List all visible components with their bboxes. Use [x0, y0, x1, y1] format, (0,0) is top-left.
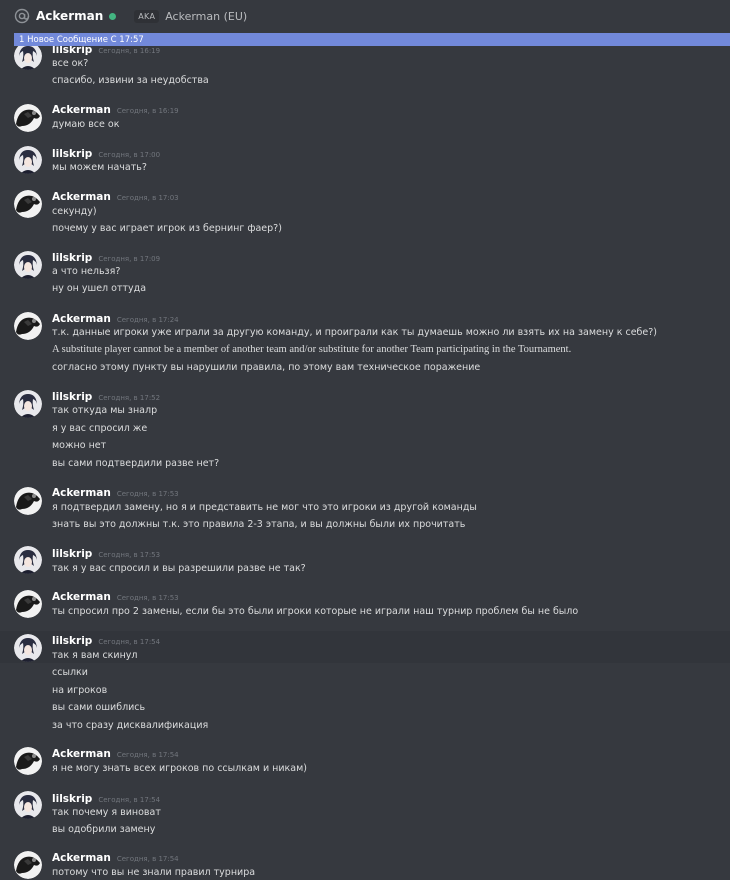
message-text: на игроков	[52, 685, 108, 696]
avatar-lilskrip[interactable]	[14, 42, 42, 70]
avatar-ackerman[interactable]	[14, 487, 42, 515]
message-author[interactable]: Ackerman Сегодня, в 17:03	[52, 191, 179, 203]
message-author[interactable]: Ackerman Сегодня, в 16:19	[52, 104, 179, 116]
message-timestamp: Сегодня, в 17:09	[98, 255, 161, 263]
message-timestamp: Сегодня, в 17:54	[98, 796, 161, 804]
dm-header: Ackerman AKA Ackerman (EU)	[0, 0, 730, 32]
message-group: lilskrip Сегодня, в 17:09 а что нельзя? н…	[0, 248, 730, 300]
avatar-ackerman[interactable]	[14, 190, 42, 218]
message-group: lilskrip Сегодня, в 17:54 так я вам скину…	[0, 631, 730, 739]
message-author[interactable]: lilskrip Сегодня, в 17:00	[52, 148, 160, 160]
message-timestamp: Сегодня, в 17:53	[116, 490, 179, 498]
message-text: я не могу знать всех игроков по ссылкам …	[52, 763, 307, 774]
message-group: Ackerman Сегодня, в 17:54 я не могу знать…	[0, 745, 730, 781]
message-text: за что сразу дисквалификация	[52, 720, 209, 731]
message-author[interactable]: Ackerman Сегодня, в 17:54	[52, 852, 179, 864]
message-author[interactable]: Ackerman Сегодня, в 17:54	[52, 748, 179, 760]
avatar-ackerman[interactable]	[14, 747, 42, 775]
message-text: потому что вы не знали правил турнира	[52, 867, 256, 878]
message-text: а что нельзя?	[52, 266, 121, 277]
avatar-ackerman[interactable]	[14, 851, 42, 879]
message-timestamp: Сегодня, в 17:03	[116, 194, 179, 202]
message-author[interactable]: lilskrip Сегодня, в 17:54	[52, 635, 160, 647]
message-text: думаю все ок	[52, 119, 120, 130]
avatar-lilskrip[interactable]	[14, 791, 42, 819]
avatar-lilskrip[interactable]	[14, 634, 42, 662]
message-text: A substitute player cannot be a member o…	[52, 344, 572, 355]
message-text: можно нет	[52, 440, 107, 451]
message-timestamp: Сегодня, в 17:54	[116, 855, 179, 863]
message-text: мы можем начать?	[52, 162, 147, 173]
online-status-icon	[109, 12, 117, 20]
aka-badge: AKA	[134, 9, 160, 23]
message-timestamp: Сегодня, в 17:00	[98, 151, 161, 159]
message-author[interactable]: lilskrip Сегодня, в 17:09	[52, 252, 160, 264]
message-timestamp: Сегодня, в 17:24	[116, 316, 179, 324]
avatar-ackerman[interactable]	[14, 104, 42, 132]
message-group: Ackerman Сегодня, в 16:19 думаю все ок	[0, 100, 730, 136]
new-messages-bar[interactable]: 1 Новое Сообщение С 17:57	[14, 33, 730, 46]
message-text: согласно этому пункту вы нарушили правил…	[52, 362, 481, 373]
message-author[interactable]: Ackerman Сегодня, в 17:24	[52, 313, 179, 325]
message-list: lilskrip Сегодня, в 16:19 все ок? спасибо…	[0, 0, 730, 880]
message-author[interactable]: Ackerman Сегодня, в 17:53	[52, 591, 179, 603]
message-author[interactable]: lilskrip Сегодня, в 17:53	[52, 548, 160, 560]
message-text: секунду)	[52, 206, 97, 217]
message-group: Ackerman Сегодня, в 17:53 я подтвердил за…	[0, 484, 730, 536]
message-author[interactable]: lilskrip Сегодня, в 17:54	[52, 793, 160, 805]
message-text: все ок?	[52, 58, 89, 69]
message-timestamp: Сегодня, в 17:54	[116, 751, 179, 759]
message-text: я у вас спросил же	[52, 423, 148, 434]
message-group: lilskrip Сегодня, в 17:53 так я у вас спр…	[0, 544, 730, 580]
message-text: вы сами подтвердили разве нет?	[52, 458, 220, 469]
message-text: так почему я виноват	[52, 807, 161, 818]
avatar-ackerman[interactable]	[14, 590, 42, 618]
dm-username[interactable]: Ackerman	[36, 9, 103, 23]
message-timestamp: Сегодня, в 17:53	[116, 594, 179, 602]
message-text: я подтвердил замену, но я и представить …	[52, 502, 477, 513]
message-timestamp: Сегодня, в 17:53	[98, 551, 161, 559]
message-timestamp: Сегодня, в 17:52	[98, 394, 161, 402]
message-text: спасибо, извини за неудобства	[52, 75, 209, 86]
message-text: так я вам скинул	[52, 650, 138, 661]
message-author[interactable]: lilskrip Сегодня, в 17:52	[52, 391, 160, 403]
message-timestamp: Сегодня, в 16:19	[116, 107, 179, 115]
message-timestamp: Сегодня, в 16:19	[98, 47, 161, 55]
message-text: знать вы это должны т.к. это правила 2-3…	[52, 519, 466, 530]
message-group: lilskrip Сегодня, в 17:52 так откуда мы з…	[0, 388, 730, 476]
message-group: Ackerman Сегодня, в 17:24 т.к. данные игр…	[0, 309, 730, 379]
avatar-lilskrip[interactable]	[14, 546, 42, 574]
message-text: так откуда мы зналр	[52, 405, 158, 416]
message-group: lilskrip Сегодня, в 17:54 так почему я ви…	[0, 789, 730, 841]
message-author[interactable]: Ackerman Сегодня, в 17:53	[52, 487, 179, 499]
message-text: так я у вас спросил и вы разрешили разве…	[52, 563, 306, 574]
avatar-lilskrip[interactable]	[14, 146, 42, 174]
message-text: ну он ушел оттуда	[52, 283, 147, 294]
message-timestamp: Сегодня, в 17:54	[98, 638, 161, 646]
message-group: Ackerman Сегодня, в 17:53 ты спросил про …	[0, 588, 730, 624]
avatar-lilskrip[interactable]	[14, 390, 42, 418]
message-text: почему у вас играет игрок из бернинг фае…	[52, 223, 282, 234]
avatar-ackerman[interactable]	[14, 312, 42, 340]
avatar-lilskrip[interactable]	[14, 251, 42, 279]
message-group: Ackerman Сегодня, в 17:54 потому что вы н…	[0, 849, 730, 880]
at-sign-icon	[14, 8, 30, 24]
message-text: вы сами ошиблись	[52, 702, 146, 713]
message-text: ты спросил про 2 замены, если бы это был…	[52, 606, 579, 617]
message-text: вы одобрили замену	[52, 824, 156, 835]
message-text: ссылки	[52, 667, 88, 678]
message-group: Ackerman Сегодня, в 17:03 секунду) почему…	[0, 187, 730, 239]
message-group: lilskrip Сегодня, в 17:00 мы можем начать…	[0, 144, 730, 180]
aka-value: Ackerman (EU)	[165, 9, 248, 23]
message-text: т.к. данные игроки уже играли за другую …	[52, 327, 657, 338]
